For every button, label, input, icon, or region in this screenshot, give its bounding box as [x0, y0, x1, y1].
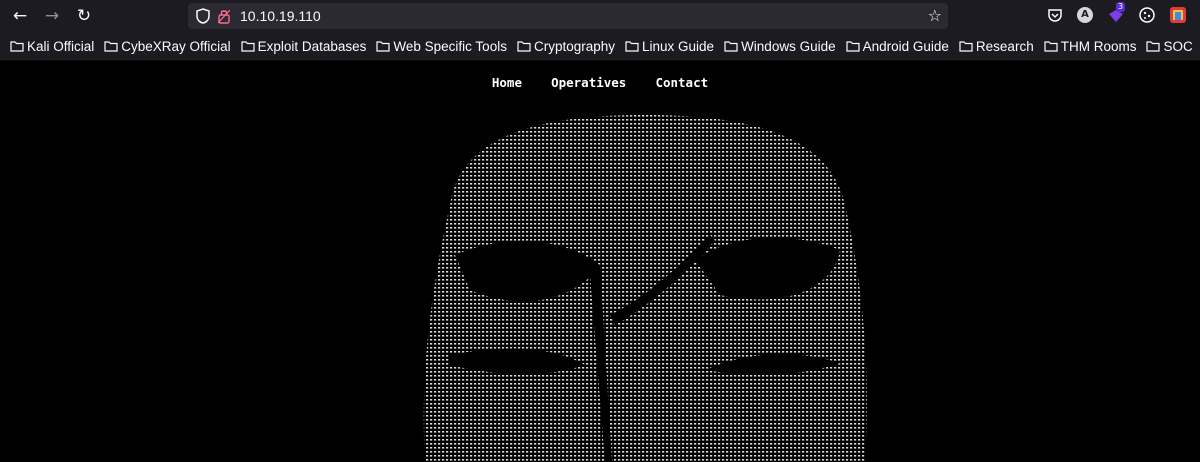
bookmark-label: Kali Official	[27, 38, 95, 54]
bookmark-item[interactable]: CybeXRay Official	[104, 32, 231, 60]
bookmark-item[interactable]: Linux Guide	[625, 32, 714, 60]
nav-operatives-link[interactable]: Operatives	[551, 75, 626, 90]
bookmarks-bar: Kali Official CybeXRay Official Exploit Da…	[0, 32, 1200, 61]
extension-badge-icon[interactable]: 3	[1107, 2, 1126, 24]
extension-badge-count: 3	[1116, 2, 1126, 12]
url-text[interactable]: 10.10.19.110	[240, 8, 321, 24]
site-nav: Home Operatives Contact	[0, 72, 1200, 91]
bookmark-label: Windows Guide	[741, 38, 836, 54]
bookmark-item[interactable]: Android Guide	[846, 32, 949, 60]
bookmark-label: CybeXRay Official	[121, 38, 231, 54]
bookmark-item[interactable]: THM Rooms	[1044, 32, 1137, 60]
bookmark-star-icon[interactable]: ☆	[928, 7, 942, 25]
web-page: Home Operatives Contact	[0, 61, 1200, 462]
folder-icon	[10, 41, 24, 52]
folder-icon	[240, 41, 255, 52]
bookmark-label: Android Guide	[862, 38, 949, 54]
bookmark-item[interactable]: Windows Guide	[724, 32, 836, 60]
forward-arrow-icon[interactable]: →	[42, 6, 62, 26]
folder-icon	[1044, 41, 1058, 52]
nav-home-link[interactable]: Home	[492, 75, 522, 90]
ascii-art-mask-image	[410, 115, 880, 462]
bookmark-label: Linux Guide	[642, 38, 715, 54]
tracking-shield-icon[interactable]	[196, 8, 210, 24]
avatar-letter: A	[1077, 7, 1093, 23]
cookie-icon[interactable]	[1138, 6, 1156, 24]
browser-toolbar: ← → ↻ 10.10.19.110 ☆ A 3	[0, 0, 1200, 32]
back-arrow-icon[interactable]: ←	[10, 6, 30, 26]
folder-icon	[959, 41, 973, 52]
bookmark-item[interactable]: Exploit Databases	[240, 32, 367, 60]
account-avatar[interactable]: A	[1076, 6, 1094, 24]
folder-icon	[376, 41, 390, 52]
reload-icon[interactable]: ↻	[74, 6, 94, 26]
folder-icon	[724, 41, 738, 52]
rainbow-extension-icon[interactable]	[1169, 6, 1187, 24]
bookmark-label: Web Specific Tools	[393, 38, 507, 54]
bookmark-item[interactable]: Kali Official	[10, 32, 94, 60]
bookmark-label: THM Rooms	[1060, 38, 1137, 54]
bookmark-item[interactable]: SOC	[1146, 32, 1193, 60]
folder-icon	[517, 41, 531, 52]
nav-contact-link[interactable]: Contact	[655, 75, 708, 90]
pocket-icon[interactable]	[1046, 6, 1064, 24]
folder-icon	[104, 41, 118, 52]
address-bar[interactable]: 10.10.19.110 ☆	[188, 3, 948, 29]
bookmark-item[interactable]: Web Specific Tools	[376, 32, 507, 60]
bookmark-label: SOC	[1163, 38, 1193, 54]
bookmark-label: Cryptography	[533, 38, 615, 54]
folder-icon	[846, 41, 860, 52]
folder-icon	[625, 41, 639, 52]
bookmark-item[interactable]: Research	[959, 32, 1034, 60]
insecure-lock-icon[interactable]	[218, 8, 230, 24]
bookmark-label: Exploit Databases	[257, 38, 367, 54]
folder-icon	[1146, 41, 1161, 52]
bookmark-item[interactable]: Cryptography	[517, 32, 615, 60]
bookmark-label: Research	[975, 38, 1034, 54]
